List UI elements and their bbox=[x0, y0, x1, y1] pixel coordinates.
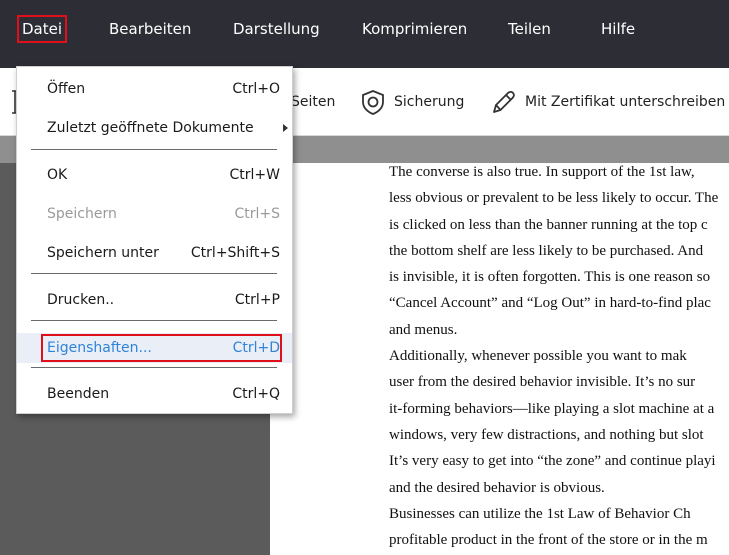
menu-item-print[interactable]: Drucken.. Ctrl+P bbox=[17, 286, 292, 314]
menu-item-label: OK bbox=[47, 167, 68, 183]
menu-item-shortcut: Ctrl+S bbox=[234, 206, 280, 222]
menu-item-shortcut: Ctrl+P bbox=[234, 292, 280, 308]
document-line: is clicked on less than the banner runni… bbox=[389, 216, 708, 233]
document-line: The converse is also true. In support of… bbox=[389, 164, 695, 180]
menu-item-label: Speichern unter bbox=[47, 245, 159, 261]
menu-item-shortcut: Ctrl+Shift+S bbox=[190, 245, 280, 261]
menu-item-label: Speichern bbox=[47, 206, 117, 222]
menu-hilfe[interactable]: Hilfe bbox=[601, 17, 635, 41]
document-line: less obvious or prevalent to be less lik… bbox=[389, 190, 719, 207]
document-line: profitable product in the front of the s… bbox=[389, 532, 708, 549]
document-line: and the desired behavior is obvious. bbox=[389, 479, 605, 496]
menu-datei[interactable]: Datei bbox=[16, 15, 68, 43]
document-line: and menus. bbox=[389, 321, 458, 338]
sign-label: Mit Zertifikat unterschreiben bbox=[525, 94, 726, 110]
security-button[interactable]: Sicherung bbox=[360, 88, 464, 116]
menu-item-shortcut: Ctrl+W bbox=[229, 167, 280, 183]
menu-separator bbox=[31, 320, 277, 321]
document-line: windows, very few distractions, and noth… bbox=[389, 426, 704, 443]
document-line: is invisible, it is often forgotten. Thi… bbox=[389, 269, 711, 286]
menu-teilen[interactable]: Teilen bbox=[508, 17, 551, 41]
document-line: Additionally, whenever possible you want… bbox=[389, 348, 687, 365]
menu-item-shortcut: Ctrl+O bbox=[232, 81, 280, 97]
file-menu-dropdown: Öffen Ctrl+O Zuletzt geöffnete Dokumente… bbox=[16, 66, 293, 414]
menu-item-shortcut: Ctrl+D bbox=[232, 340, 280, 356]
menu-item-shortcut: Ctrl+Q bbox=[232, 386, 280, 402]
menu-separator bbox=[31, 273, 277, 274]
shield-icon bbox=[362, 90, 384, 115]
menu-item-ok[interactable]: OK Ctrl+W bbox=[17, 161, 292, 189]
menu-item-label: Zuletzt geöffnete Dokumente bbox=[47, 120, 254, 136]
document-text: The converse is also true. In support of… bbox=[389, 163, 729, 553]
document-line: Businesses can utilize the 1st Law of Be… bbox=[389, 505, 691, 522]
menu-item-recent-documents[interactable]: Zuletzt geöffnete Dokumente bbox=[17, 114, 292, 142]
document-line: the bottom shelf are less likely to be p… bbox=[389, 242, 704, 259]
menu-item-save[interactable]: Speichern Ctrl+S bbox=[17, 200, 292, 228]
menu-item-quit[interactable]: Beenden Ctrl+Q bbox=[17, 380, 292, 408]
submenu-arrow-icon bbox=[283, 124, 288, 132]
menu-item-properties[interactable]: Eigenshaften... Ctrl+D bbox=[17, 333, 292, 363]
menu-separator bbox=[31, 149, 277, 150]
menu-item-label: Beenden bbox=[47, 386, 110, 402]
menu-separator bbox=[31, 367, 277, 368]
document-line: “Cancel Account” and “Log Out” in hard-t… bbox=[389, 295, 711, 312]
document-page: The converse is also true. In support of… bbox=[270, 163, 729, 555]
menu-bar: Datei Bearbeiten Darstellung Komprimiere… bbox=[0, 0, 729, 68]
menu-item-label: Eigenshaften... bbox=[47, 340, 152, 356]
pen-icon bbox=[493, 90, 515, 113]
menu-komprimieren[interactable]: Komprimieren bbox=[362, 17, 467, 41]
pages-button[interactable]: Seiten bbox=[291, 88, 335, 116]
pages-label: Seiten bbox=[291, 94, 336, 110]
menu-darstellung[interactable]: Darstellung bbox=[233, 17, 320, 41]
sign-certificate-button[interactable]: Mit Zertifikat unterschreiben bbox=[489, 88, 725, 116]
menu-item-label: Öffen bbox=[47, 81, 86, 97]
menu-bearbeiten[interactable]: Bearbeiten bbox=[109, 17, 191, 41]
document-line: It’s very easy to get into “the zone” an… bbox=[389, 453, 716, 470]
menu-item-save-as[interactable]: Speichern unter Ctrl+Shift+S bbox=[17, 239, 292, 267]
menu-item-open[interactable]: Öffen Ctrl+O bbox=[17, 75, 292, 103]
document-line: user from the desired behavior invisible… bbox=[389, 374, 696, 391]
document-line: it-forming behaviors—like playing a slot… bbox=[389, 400, 715, 417]
security-label: Sicherung bbox=[394, 94, 465, 110]
menu-item-label: Drucken.. bbox=[47, 292, 115, 308]
